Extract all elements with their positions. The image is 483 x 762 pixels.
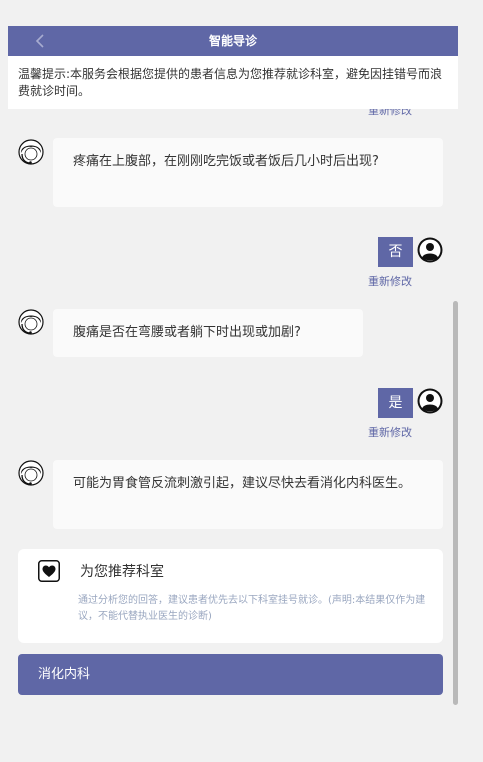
recommend-desc: 通过分析您的回答，建议患者优先去以下科室挂号就诊。(声明:本结果仅作为建议，不能… [78, 595, 426, 622]
heart-icon [38, 560, 60, 582]
bot-message: 腹痛是否在弯腰或者躺下时出现或加剧? [53, 309, 363, 357]
page-title: 智能导诊 [208, 34, 257, 48]
recommend-card: 为您推荐科室 通过分析您的回答，建议患者优先去以下科室挂号就诊。(声明:本结果仅… [18, 549, 443, 643]
doctor-avatar-icon [18, 139, 44, 165]
user-avatar-icon [417, 237, 443, 263]
modify-link[interactable]: 重新修改 [368, 424, 412, 440]
notice-banner: 温馨提示:本服务会根据您提供的患者信息为您推荐就诊科室，避免因挂错号而浪费就诊时… [8, 56, 458, 109]
scrollbar[interactable] [452, 108, 458, 708]
recommend-title: 为您推荐科室 [80, 564, 164, 580]
top-bar: 智能导诊 [8, 26, 458, 56]
modify-link[interactable]: 重新修改 [368, 273, 412, 289]
bot-message: 疼痛在上腹部，在刚刚吃完饭或者饭后几小时后出现? [53, 138, 443, 207]
notice-text: 温馨提示:本服务会根据您提供的患者信息为您推荐就诊科室，避免因挂错号而浪费就诊时… [18, 67, 443, 98]
scrollbar-thumb[interactable] [453, 301, 458, 705]
doctor-avatar-icon [18, 460, 44, 486]
user-answer: 否 [378, 237, 413, 267]
bot-result-message: 可能为胃食管反流刺激引起，建议尽快去看消化内科医生。 [53, 460, 443, 529]
department-button[interactable]: 消化内科 [18, 654, 443, 695]
user-avatar-icon [417, 388, 443, 414]
doctor-avatar-icon [18, 309, 44, 335]
user-answer: 是 [378, 388, 413, 418]
